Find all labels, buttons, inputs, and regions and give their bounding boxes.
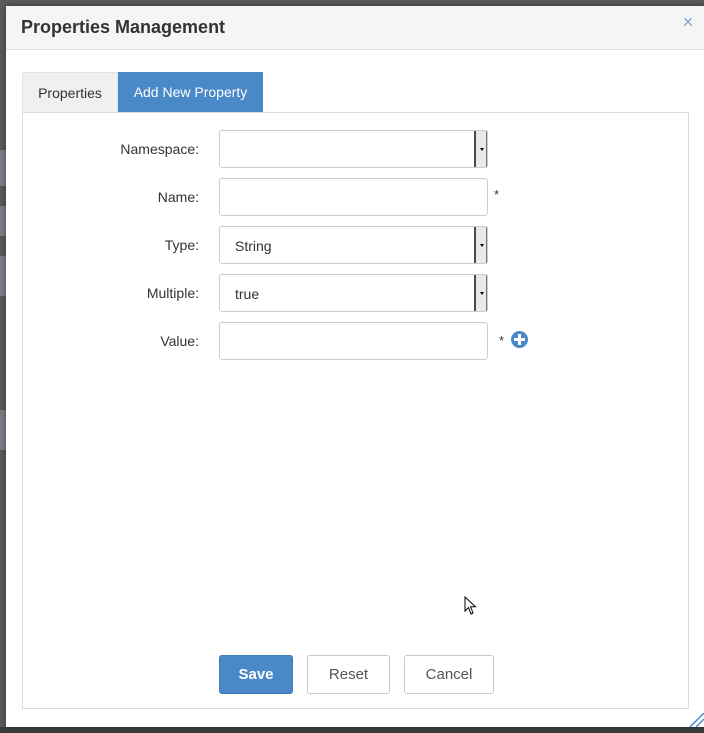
value-label: Value: <box>160 333 199 349</box>
value-input[interactable] <box>219 322 488 360</box>
name-input[interactable] <box>219 178 488 216</box>
plus-circle-icon[interactable] <box>511 331 528 348</box>
mouse-cursor-icon <box>464 596 477 615</box>
properties-dialog: Properties Management × Properties Add N… <box>6 6 704 727</box>
resize-handle-icon[interactable] <box>688 713 704 727</box>
dialog-title: Properties Management <box>21 17 226 37</box>
chevron-down-icon[interactable] <box>474 227 487 263</box>
multiple-row: Multiple: true <box>23 274 683 314</box>
multiple-value: true <box>235 286 260 302</box>
cancel-button[interactable]: Cancel <box>404 655 494 694</box>
chevron-down-icon[interactable] <box>474 275 487 311</box>
tab-properties[interactable]: Properties <box>22 72 118 112</box>
tab-add-new-property[interactable]: Add New Property <box>118 72 263 112</box>
multiple-select[interactable]: true <box>219 274 488 312</box>
chevron-down-icon[interactable] <box>474 131 487 167</box>
save-button[interactable]: Save <box>219 655 293 694</box>
required-marker: * <box>494 187 500 202</box>
type-row: Type: String <box>23 226 683 266</box>
reset-button[interactable]: Reset <box>307 655 390 694</box>
close-icon[interactable]: × <box>680 13 696 31</box>
value-row: Value: * <box>23 322 683 362</box>
multiple-label: Multiple: <box>146 285 199 301</box>
namespace-row: Namespace: <box>23 130 683 170</box>
type-label: Type: <box>164 237 199 253</box>
required-marker: * <box>499 333 505 348</box>
name-row: Name: * <box>23 178 683 218</box>
dialog-header: Properties Management × <box>6 6 704 50</box>
backdrop-bottom <box>0 727 704 733</box>
add-property-panel: Namespace: Name: * Type: String Multiple… <box>22 112 689 709</box>
namespace-label: Namespace: <box>120 141 199 157</box>
type-value: String <box>235 238 272 254</box>
namespace-select[interactable] <box>219 130 488 168</box>
name-label: Name: <box>157 189 199 205</box>
type-select[interactable]: String <box>219 226 488 264</box>
